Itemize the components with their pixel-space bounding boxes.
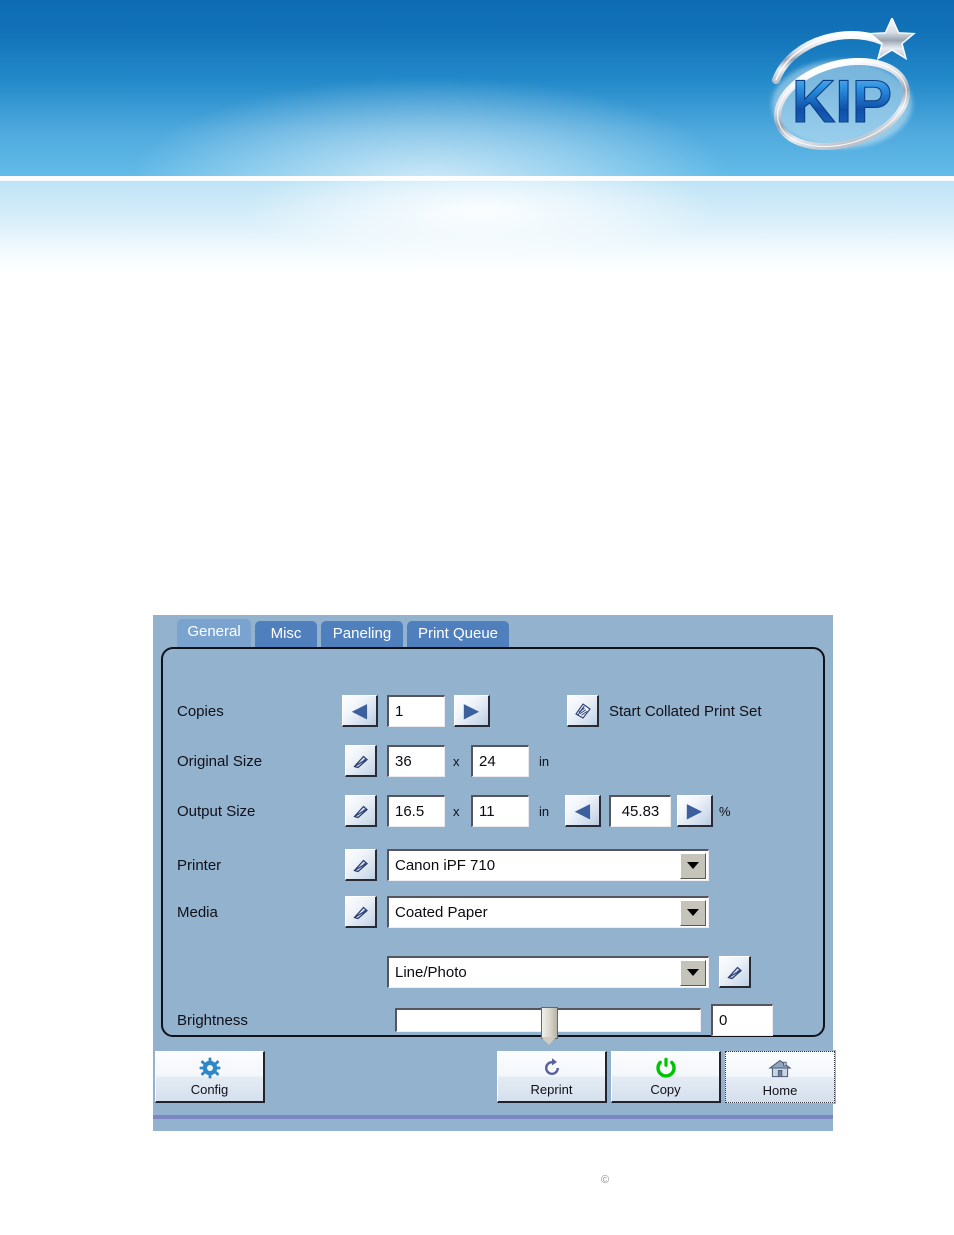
- gear-icon: [199, 1056, 221, 1080]
- pencil-edit-icon: [352, 755, 368, 768]
- page-header-banner: KIP: [0, 0, 954, 272]
- home-button[interactable]: Home: [724, 1050, 836, 1104]
- chevron-down-icon: [687, 909, 699, 916]
- general-settings-groupbox: Copies ◀ 1 ▶ Start Collated Print Set Or…: [161, 647, 825, 1045]
- brightness-slider-track[interactable]: [395, 1007, 701, 1045]
- tab-misc-label: Misc: [270, 625, 302, 642]
- brightness-label: Brightness: [177, 1012, 248, 1029]
- media-edit-button[interactable]: [345, 896, 377, 928]
- config-button[interactable]: Config: [155, 1051, 265, 1103]
- original-width-input[interactable]: 36: [387, 745, 445, 777]
- command-bar-underline: [153, 1115, 833, 1119]
- printer-select-value: Canon iPF 710: [395, 857, 496, 874]
- media-select[interactable]: Coated Paper: [387, 896, 709, 928]
- image-type-select-value: Line/Photo: [395, 964, 467, 981]
- reprint-button[interactable]: Reprint: [497, 1051, 607, 1103]
- printer-edit-button[interactable]: [345, 849, 377, 881]
- printer-select[interactable]: Canon iPF 710: [387, 849, 709, 881]
- chevron-down-icon: [687, 969, 699, 976]
- row-original-size: Original Size 36 x 24 in: [177, 745, 807, 779]
- image-type-edit-button[interactable]: [719, 956, 751, 988]
- pencil-edit-icon: [352, 805, 368, 818]
- copies-increment-button[interactable]: ▶: [454, 695, 490, 727]
- copies-input[interactable]: 1: [387, 695, 445, 727]
- original-size-unit: in: [539, 754, 550, 769]
- image-type-select[interactable]: Line/Photo: [387, 956, 709, 988]
- stacked-pages-icon: [574, 702, 591, 719]
- output-width-input[interactable]: 16.5: [387, 795, 445, 827]
- output-size-separator: x: [453, 804, 460, 819]
- copyright-mark: ©: [601, 1174, 610, 1186]
- tab-misc[interactable]: Misc: [255, 621, 317, 647]
- pencil-edit-icon: [352, 906, 368, 919]
- tab-print-queue[interactable]: Print Queue: [407, 621, 509, 647]
- row-output-size: Output Size 16.5 x 11 in ◀ 45.83 ▶ %: [177, 795, 807, 829]
- output-size-edit-button[interactable]: [345, 795, 377, 827]
- tab-general[interactable]: General: [177, 619, 251, 649]
- original-height-input[interactable]: 24: [471, 745, 529, 777]
- original-size-edit-button[interactable]: [345, 745, 377, 777]
- output-size-unit: in: [539, 804, 550, 819]
- chevron-down-icon: [687, 862, 699, 869]
- tab-paneling-label: Paneling: [332, 625, 392, 642]
- kip-logo-text: KIP: [792, 68, 892, 135]
- zoom-increase-button[interactable]: ▶: [677, 795, 713, 827]
- printer-select-dropdown-button[interactable]: [680, 852, 706, 879]
- brightness-value-input[interactable]: 0: [711, 1004, 773, 1036]
- row-media: Media Coated Paper: [177, 896, 807, 930]
- command-bar: Config Reprint Copy Home: [153, 1045, 836, 1121]
- media-label: Media: [177, 904, 218, 921]
- tab-print-queue-label: Print Queue: [417, 625, 499, 642]
- output-height-input[interactable]: 11: [471, 795, 529, 827]
- reprint-button-label: Reprint: [530, 1082, 573, 1097]
- copy-power-icon: [655, 1056, 677, 1080]
- left-arrow-icon: ◀: [574, 799, 591, 822]
- config-button-label: Config: [190, 1082, 229, 1097]
- right-arrow-icon: ▶: [463, 699, 480, 722]
- media-select-value: Coated Paper: [395, 904, 488, 921]
- image-type-select-dropdown-button[interactable]: [680, 959, 706, 986]
- home-house-icon: [768, 1057, 792, 1081]
- zoom-unit-label: %: [719, 804, 731, 819]
- kip-logo: KIP: [742, 18, 942, 166]
- copies-label: Copies: [177, 703, 224, 720]
- pencil-edit-icon: [726, 966, 742, 979]
- brightness-slider-thumb[interactable]: [541, 1007, 558, 1045]
- media-select-dropdown-button[interactable]: [680, 899, 706, 926]
- row-printer: Printer Canon iPF 710: [177, 849, 807, 883]
- home-button-label: Home: [762, 1082, 798, 1098]
- copy-button-label: Copy: [650, 1082, 681, 1097]
- original-size-label: Original Size: [177, 753, 263, 770]
- banner-lower-glow: [0, 181, 954, 272]
- original-size-separator: x: [453, 754, 460, 769]
- row-brightness: Brightness 0: [177, 1004, 807, 1045]
- zoom-decrease-button[interactable]: ◀: [565, 795, 601, 827]
- row-copies: Copies ◀ 1 ▶ Start Collated Print Set: [177, 695, 807, 729]
- start-collated-print-set-label: Start Collated Print Set: [609, 703, 762, 720]
- reprint-refresh-icon: [541, 1056, 563, 1080]
- printer-label: Printer: [177, 857, 222, 874]
- tab-general-label: General: [187, 623, 241, 640]
- left-arrow-icon: ◀: [351, 699, 368, 722]
- right-arrow-icon: ▶: [686, 799, 703, 822]
- zoom-percent-input[interactable]: 45.83: [609, 795, 671, 827]
- row-image-type: Line/Photo: [177, 956, 807, 990]
- copies-decrement-button[interactable]: ◀: [342, 695, 378, 727]
- tab-paneling[interactable]: Paneling: [321, 621, 403, 647]
- copy-button[interactable]: Copy: [611, 1051, 721, 1103]
- pencil-edit-icon: [352, 859, 368, 872]
- output-size-label: Output Size: [177, 803, 256, 820]
- copy-settings-panel: General Misc Paneling Print Queue Copies…: [153, 615, 836, 1131]
- start-collated-print-set-button[interactable]: [567, 695, 599, 727]
